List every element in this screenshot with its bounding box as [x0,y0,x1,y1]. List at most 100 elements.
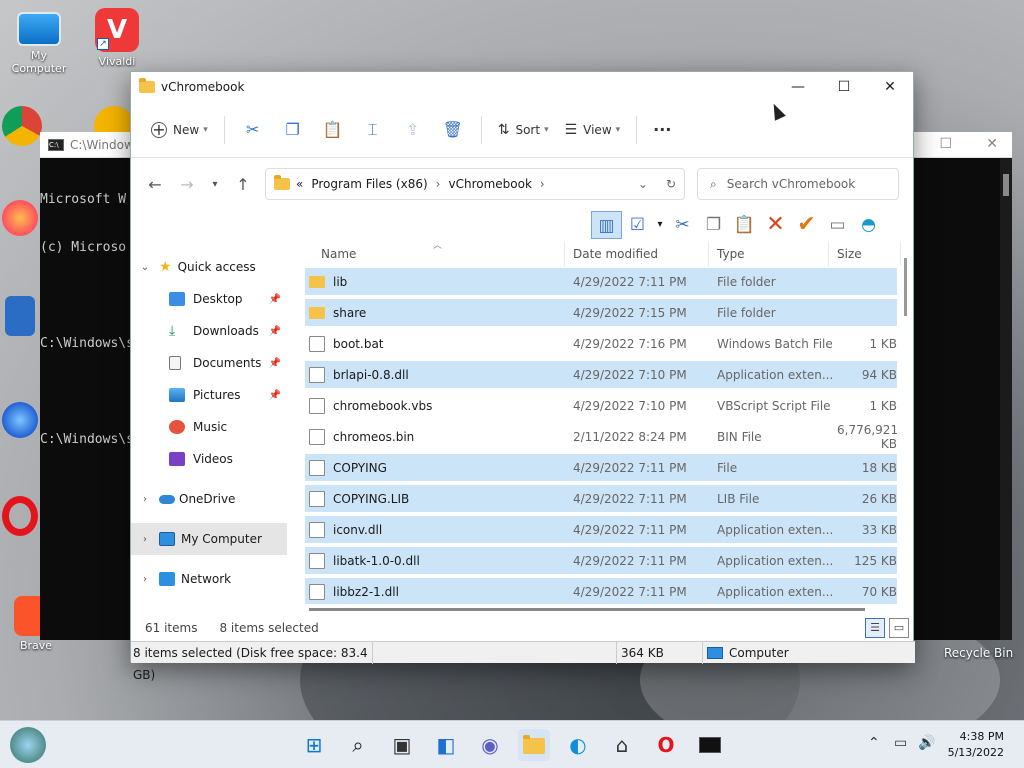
close-icon[interactable]: ✕ [986,136,998,152]
pin-icon[interactable]: 📌 [269,390,281,401]
chevron-down-icon[interactable]: ⌄ [638,169,648,199]
sort-button[interactable]: ⇅ Sort ▾ [490,114,557,146]
up-arrow-icon[interactable]: ↑ [227,175,259,194]
desktop-icon-vivaldi[interactable]: V ↗ Vivaldi [81,8,153,68]
maximize-icon[interactable]: ☐ [939,136,952,152]
file-row[interactable]: boot.bat 4/29/2022 7:16 PM Windows Batch F… [305,328,897,359]
explorer-window[interactable]: vChromebook — ☐ ✕ + New ▾ ✂ ❐ 📋 ⌶ ⇪ 🗑 ⇅ … [130,71,915,682]
chevron-down-icon[interactable]: ▾ [653,211,667,239]
more-options-button[interactable]: ··· [645,114,679,146]
details-view-icon[interactable]: ☰ [865,618,885,638]
chevron-down-icon[interactable]: ⌄ [131,262,159,273]
address-bar[interactable]: « Program Files (x86) › vChromebook › ⌄ … [265,168,685,200]
file-row[interactable]: share 4/29/2022 7:15 PM File folder [305,297,897,328]
nav-downloads[interactable]: ⤓ Downloads 📌 [131,315,291,347]
cut-icon[interactable]: ✂ [667,211,698,239]
opera-icon[interactable]: O [650,729,682,761]
desktop-icon-chrome[interactable] [0,106,44,149]
explorer-titlebar[interactable]: vChromebook — ☐ ✕ [131,72,913,102]
file-row[interactable]: chromebook.vbs 4/29/2022 7:10 PM VBScript … [305,390,897,421]
delete-x-icon[interactable]: ✕ [760,211,791,239]
search-box[interactable]: ⌕ Search vChromebook [697,168,899,200]
edge-icon[interactable]: ◐ [562,729,594,761]
nav-onedrive[interactable]: › OneDrive [131,483,291,515]
nav-pictures[interactable]: Pictures 📌 [131,379,291,411]
desktop-icon-firefox[interactable] [0,200,40,239]
nav-my-computer[interactable]: › My Computer [131,523,287,555]
file-explorer-icon[interactable] [518,729,550,761]
chevron-right-icon[interactable]: › [131,494,159,505]
vertical-scroll-thumb[interactable] [904,258,907,316]
chevron-right-icon[interactable]: › [540,177,545,191]
file-row[interactable]: libatk-1.0-0.dll 4/29/2022 7:11 PM Applica… [305,545,897,576]
nav-network[interactable]: › Network [131,563,291,595]
windows-start-icon[interactable]: ⊞ [298,729,330,761]
tiles-view-icon[interactable]: ▭ [889,618,909,638]
recent-locations-icon[interactable]: ▾ [203,179,227,190]
desktop-icon-calculator[interactable] [0,296,40,339]
volume-icon[interactable]: 🔊 [918,735,935,751]
terminal-icon[interactable] [694,729,726,761]
column-header-type[interactable]: Type [709,242,829,266]
new-button[interactable]: + New ▾ [143,114,216,146]
back-arrow-icon[interactable]: ← [139,175,171,194]
widgets-icon[interactable]: ◧ [430,729,462,761]
file-row[interactable]: iconv.dll 4/29/2022 7:11 PM Application ex… [305,514,897,545]
file-row[interactable]: lib 4/29/2022 7:11 PM File folder [305,266,897,297]
clock[interactable]: 4:38 PM 5/13/2022 [948,729,1004,761]
file-list[interactable]: Name Date modified Type Size lib 4/29/202… [301,242,901,604]
column-header-date[interactable]: Date modified [565,242,709,266]
pin-icon[interactable]: 📌 [269,294,281,305]
nav-music[interactable]: Music [131,411,291,443]
horizontal-scroll-thumb[interactable] [309,608,865,611]
rename-icon[interactable]: ⌶ [353,114,393,146]
chevron-right-icon[interactable]: › [436,177,441,191]
view-button[interactable]: ☰ View ▾ [557,114,629,146]
search-icon[interactable]: ⌕ [342,729,374,761]
refresh-icon[interactable]: ↻ [666,169,676,199]
desktop-icon-firefox-dev[interactable] [0,402,40,441]
properties-icon[interactable]: ▭ [822,211,853,239]
start-orb-icon[interactable] [10,727,46,763]
nav-desktop[interactable]: Desktop 📌 [131,283,291,315]
pin-icon[interactable]: 📌 [269,358,281,369]
nav-quick-access[interactable]: ⌄ ★ Quick access [131,251,291,283]
copy-icon[interactable]: ❐ [273,114,313,146]
column-header-size[interactable]: Size [829,242,901,266]
desktop-icon-recycle-bin[interactable]: Recycle Bin [944,646,1013,660]
close-button[interactable]: ✕ [867,72,913,102]
network-status-icon[interactable]: ▭ [894,735,907,751]
nav-documents[interactable]: Documents 📌 [131,347,291,379]
cmd-scrollbar[interactable] [1000,158,1012,640]
file-row[interactable]: COPYING 4/29/2022 7:11 PM File 18 KB [305,452,897,483]
chevron-right-icon[interactable]: › [131,534,159,545]
forward-arrow-icon[interactable]: → [171,175,203,194]
paste-icon[interactable]: 📋 [729,211,760,239]
file-row[interactable]: COPYING.LIB 4/29/2022 7:11 PM LIB File 26 K… [305,483,897,514]
paste-icon[interactable]: 📋 [313,114,353,146]
cmd-scroll-thumb[interactable] [1003,174,1009,196]
checkmark-icon[interactable]: ✔ [791,211,822,239]
store-icon[interactable]: ⌂ [606,729,638,761]
minimize-button[interactable]: — [775,72,821,102]
breadcrumb-program-files[interactable]: Program Files (x86) [311,177,427,191]
preview-pane-icon[interactable]: ▥ [591,211,622,239]
breadcrumb-vchromebook[interactable]: vChromebook [448,177,531,191]
chevron-up-icon[interactable]: ⌃ [868,735,880,751]
desktop-icon-opera[interactable] [0,496,40,539]
select-icon[interactable]: ☑ [622,211,653,239]
chat-icon[interactable]: ◉ [474,729,506,761]
maximize-button[interactable]: ☐ [821,72,867,102]
task-view-icon[interactable]: ▣ [386,729,418,761]
cut-icon[interactable]: ✂ [233,114,273,146]
file-row[interactable]: brlapi-0.8.dll 4/29/2022 7:10 PM Applicati… [305,359,897,390]
delete-icon[interactable]: 🗑 [433,114,473,146]
share-icon[interactable]: ⇪ [393,114,433,146]
globe-icon[interactable]: ◓ [853,211,884,239]
file-row[interactable]: libbz2-1.dll 4/29/2022 7:11 PM Application… [305,576,897,604]
copy-icon[interactable]: ❐ [698,211,729,239]
pin-icon[interactable]: 📌 [269,326,281,337]
file-row[interactable]: chromeos.bin 2/11/2022 8:24 PM BIN File 6,7… [305,421,898,452]
nav-videos[interactable]: Videos [131,443,291,475]
desktop-icon-my-computer[interactable]: My Computer [3,8,75,75]
